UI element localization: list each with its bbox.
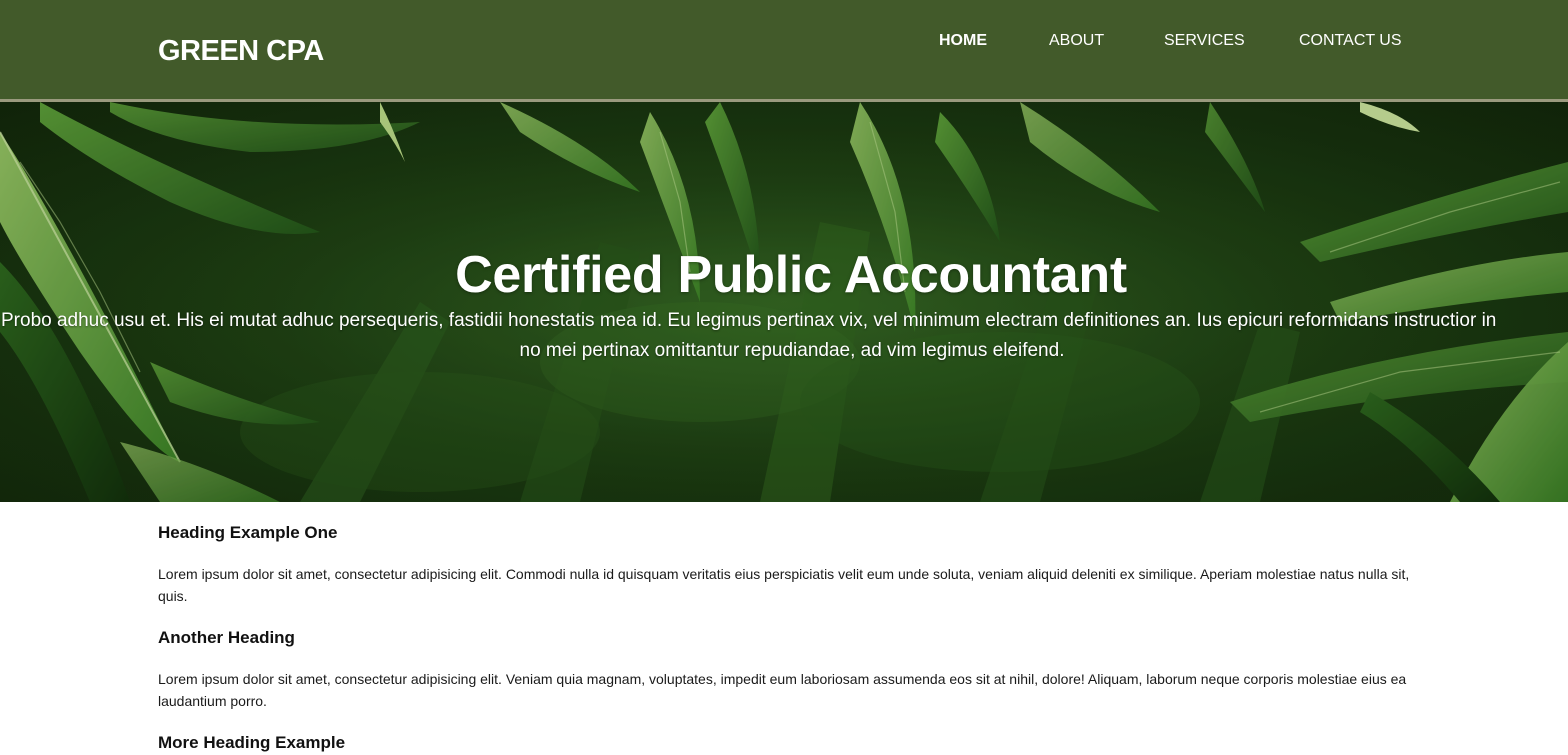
- section-heading: Heading Example One: [158, 523, 338, 542]
- nav-link-home[interactable]: HOME: [939, 30, 987, 52]
- hero-description: Probo adhuc usu et. His ei mutat adhuc p…: [0, 306, 1568, 366]
- site-header: GREEN CPA HOME ABOUT SERVICES CONTACT US: [0, 0, 1568, 102]
- nav-link-services[interactable]: SERVICES: [1164, 30, 1245, 52]
- hero-title: Certified Public Accountant: [455, 245, 1127, 304]
- section-heading: More Heading Example: [158, 733, 346, 752]
- hero-description-line-1: Probo adhuc usu et. His ei mutat adhuc p…: [1, 310, 1497, 331]
- hero-description-line-2: no mei pertinax omittantur repudiandae, …: [519, 340, 1065, 361]
- site-logo[interactable]: GREEN CPA: [158, 34, 324, 68]
- section-body: Lorem ipsum dolor sit amet, consectetur …: [158, 566, 1410, 604]
- nav-link-about[interactable]: ABOUT: [1049, 30, 1104, 52]
- section-body: Lorem ipsum dolor sit amet, consectetur …: [158, 671, 1407, 709]
- hero-banner: Certified Public Accountant Probo adhuc …: [0, 102, 1568, 502]
- section-heading: Another Heading: [158, 628, 295, 647]
- nav-link-contact-us[interactable]: CONTACT US: [1299, 30, 1402, 52]
